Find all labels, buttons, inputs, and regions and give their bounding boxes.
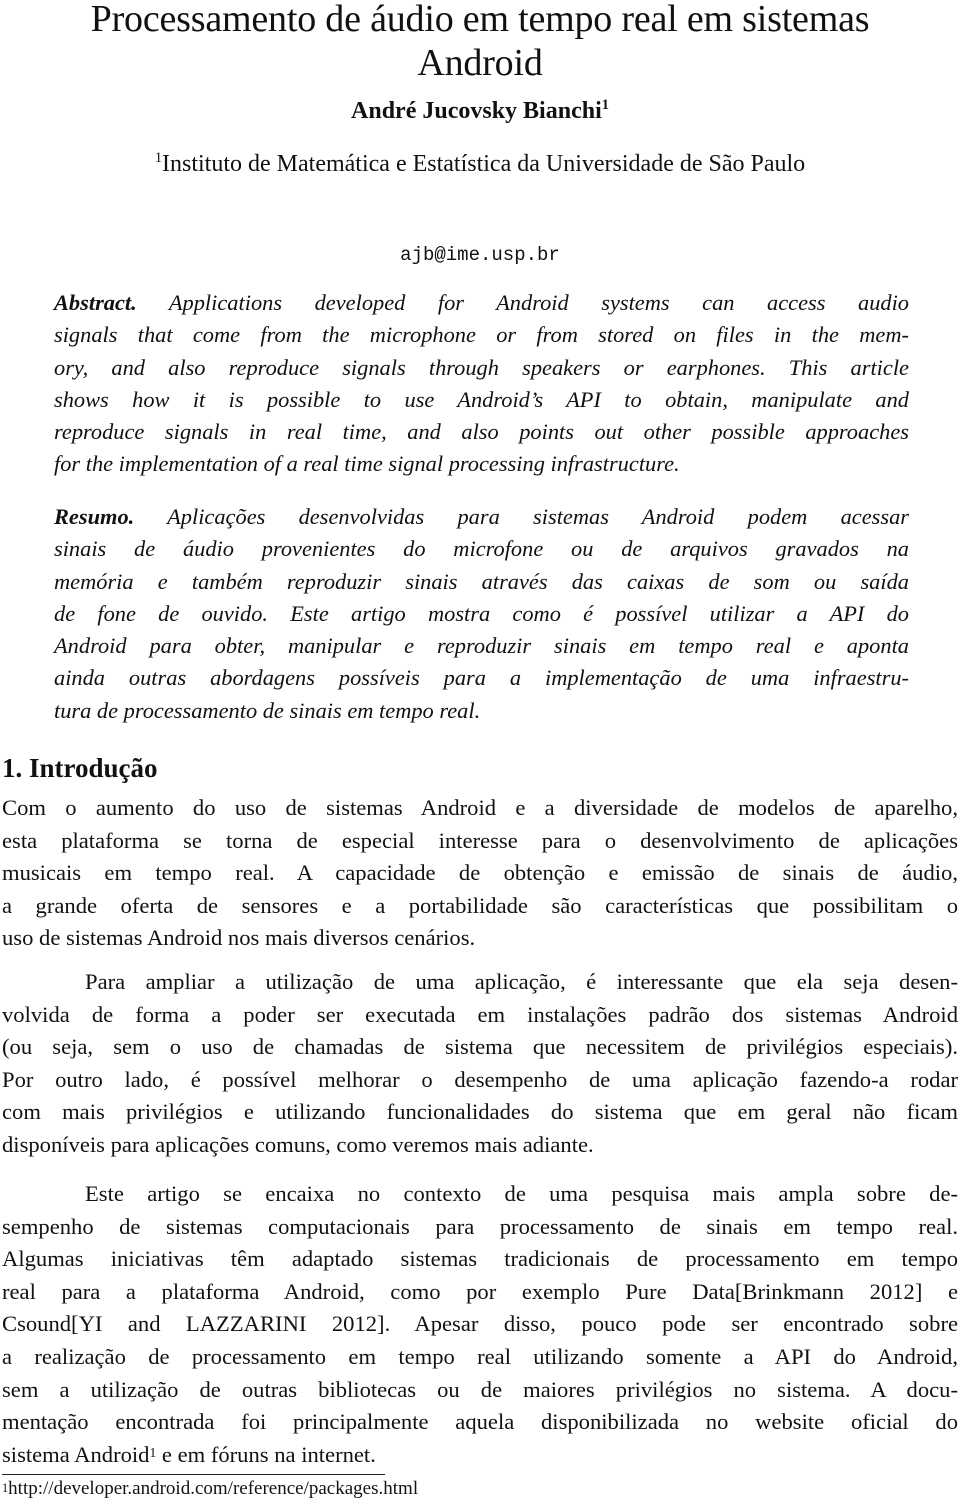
resumo-line: tura de processamento de sinais em tempo…	[54, 697, 481, 723]
title-line: Android	[417, 42, 543, 84]
resumo-line: ainda outras abordagens possíveis para a…	[54, 665, 909, 691]
paragraph-line: esta plataforma se torna de especial int…	[2, 827, 958, 853]
paragraph: Com o aumento do uso de sistemas Android…	[2, 792, 958, 955]
author-text: André Jucovsky Bianchi	[351, 98, 602, 124]
paragraph-line: real para a plataforma Android, como por…	[2, 1278, 958, 1304]
resumo-line: Resumo. Aplicações desenvolvidas para si…	[54, 501, 909, 533]
abstract-line: for the implementation of a real time si…	[54, 451, 680, 477]
resumo-label: Resumo.	[54, 504, 135, 529]
paragraph-line: Este artigo se encaixa no contexto de um…	[85, 1181, 958, 1206]
abstract-label: Abstract.	[54, 290, 137, 315]
paragraph-line: sistema Android1 e em fóruns na internet…	[2, 1439, 958, 1472]
paragraph-line: musicais em tempo real. A capacidade de …	[2, 860, 958, 886]
affiliation-mark: 1	[154, 149, 163, 166]
paragraph-line: disponíveis para aplicações comuns, como…	[2, 1131, 594, 1157]
footnote-reference[interactable]: 1	[149, 1445, 156, 1460]
paragraph: Para ampliar a utilização de uma aplicaç…	[2, 966, 958, 1162]
paragraph-line: a realização de processamento em tempo r…	[2, 1343, 958, 1369]
author-email: ajb@ime.usp.br	[400, 244, 560, 266]
paragraph-line: Para ampliar a utilização de uma aplicaç…	[85, 969, 958, 994]
paragraph-line-text: sistema Android	[2, 1441, 150, 1467]
abstract-line: reproduce signals in real time, and also…	[54, 419, 909, 445]
resumo-line-text: Aplicações desenvolvidas para sistemas A…	[134, 504, 909, 529]
resumo-line: sinais de áudio provenientes do microfon…	[54, 536, 909, 562]
abstract-line: shows how it is possible to use Android’…	[54, 386, 909, 412]
section-heading: 1. Introdução	[2, 753, 158, 784]
paragraph-line: Por outro lado, é possível melhorar o de…	[2, 1066, 958, 1092]
resumo: Resumo. Aplicações desenvolvidas para si…	[54, 501, 909, 727]
paragraph-line: com mais privilégios e utilizando funcio…	[2, 1099, 958, 1125]
affiliation-text: Instituto de Matemática e Estatística da…	[162, 151, 806, 177]
paragraph-line: Csound[YI and LAZZARINI 2012]. Apesar di…	[2, 1311, 958, 1337]
paragraph-line: Com o aumento do uso de sistemas Android…	[2, 795, 958, 820]
resumo-line: Android para obter, manipular e reproduz…	[54, 633, 909, 659]
paragraph-line: Algumas iniciativas têm adaptado sistema…	[2, 1246, 958, 1272]
section-number: 1.	[2, 753, 23, 783]
paragraph-line: sem a utilização de outras bibliotecas o…	[2, 1376, 958, 1402]
affiliation: 1Instituto de Matemática e Estatística d…	[0, 149, 960, 178]
section-title-text: Introdução	[29, 753, 158, 783]
footnote-mark: 1	[2, 1480, 9, 1495]
paragraph-line-text: e em fóruns na internet.	[156, 1441, 376, 1467]
footnote-url[interactable]: http://developer.android.com/reference/p…	[8, 1478, 418, 1499]
title-line: Processamento de áudio em tempo real em …	[90, 0, 870, 40]
abstract-line: Abstract. Applications developed for And…	[54, 287, 909, 319]
paragraph-line: (ou seja, sem o uso de chamadas de siste…	[2, 1034, 958, 1060]
paragraph: Este artigo se encaixa no contexto de um…	[2, 1178, 958, 1471]
author-name: André Jucovsky Bianchi1	[0, 96, 960, 125]
abstract: Abstract. Applications developed for And…	[54, 287, 909, 481]
resumo-line: de fone de ouvido. Este artigo mostra co…	[54, 600, 909, 626]
paper-title: Processamento de áudio em tempo real em …	[0, 0, 960, 85]
resumo-line: memória e também reproduzir sinais atrav…	[54, 568, 909, 594]
paragraph-line: a grande oferta de sensores e a portabil…	[2, 892, 958, 918]
paragraph-line: sempenho de sistemas computacionais para…	[2, 1213, 958, 1239]
author-affiliation-mark: 1	[601, 96, 609, 113]
abstract-line: ory, and also reproduce signals through …	[54, 354, 909, 380]
paragraph-line: uso de sistemas Android nos mais diverso…	[2, 925, 476, 951]
paragraph-line: volvida de forma a poder ser executada e…	[2, 1001, 958, 1027]
paragraph-line: mentação encontrada foi principalmente a…	[2, 1409, 958, 1435]
abstract-line: signals that come from the microphone or…	[54, 322, 909, 348]
abstract-line-text: Applications developed for Android syste…	[136, 290, 909, 315]
footnote: 1http://developer.android.com/reference/…	[2, 1475, 418, 1503]
